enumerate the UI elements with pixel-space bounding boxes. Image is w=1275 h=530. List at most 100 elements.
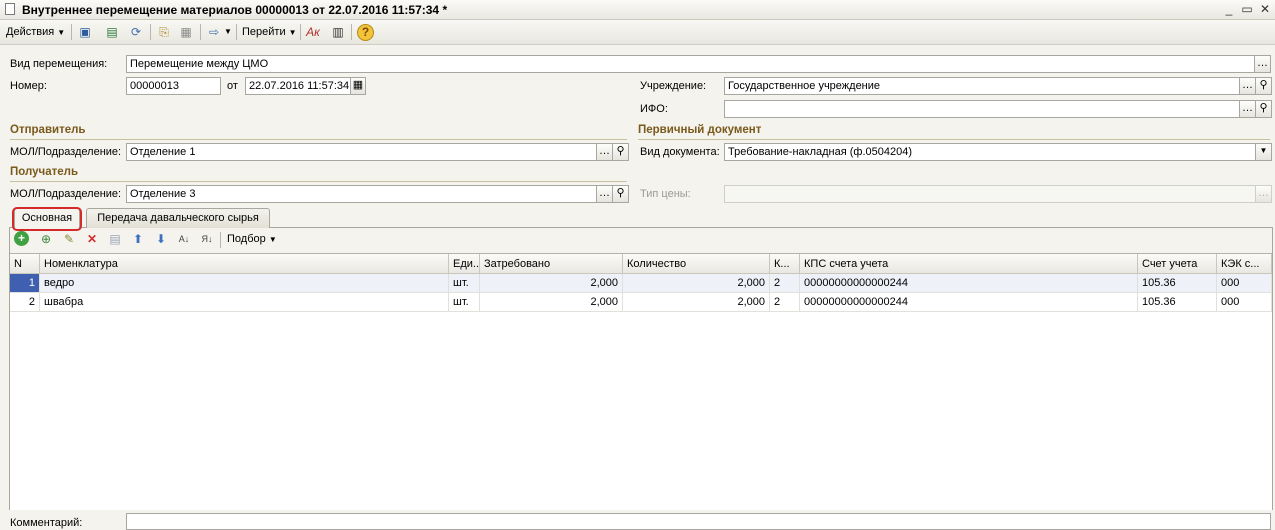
select-button[interactable]: … — [596, 185, 613, 203]
help-icon[interactable]: ? — [357, 24, 374, 41]
comment-label: Комментарий: — [10, 517, 83, 529]
title-bar: Внутреннее перемещение материалов 000000… — [0, 0, 1275, 20]
select-button: … — [1255, 185, 1272, 203]
search-icon[interactable]: ⚲ — [612, 143, 629, 161]
selection-label: Подбор — [227, 233, 266, 245]
date-field[interactable]: 22.07.2016 11:57:34 — [245, 77, 351, 95]
doc-type-select[interactable]: Требование-накладная (ф.0504204) — [724, 143, 1257, 161]
document-icon — [5, 3, 15, 15]
toolbar-divider — [351, 24, 352, 40]
toolbar-divider — [300, 24, 301, 40]
column-header[interactable]: КПС счета учета — [800, 254, 1138, 274]
edit-icon[interactable]: ✎ — [61, 231, 77, 247]
section-divider — [10, 139, 627, 140]
row-number-cell[interactable]: 1 — [10, 274, 40, 292]
column-header[interactable]: К... — [770, 254, 800, 274]
goto-menu[interactable]: Перейти ▼ — [242, 23, 297, 41]
goto-label: Перейти — [242, 26, 286, 38]
delete-icon[interactable]: ✕ — [84, 231, 100, 247]
based-on-icon[interactable]: ⇨ — [206, 24, 222, 40]
account-cell[interactable]: 105.36 — [1138, 293, 1217, 311]
sender-mol-field[interactable]: Отделение 1 — [126, 143, 597, 161]
actions-label: Действия — [6, 26, 55, 38]
movement-type-label: Вид перемещения: — [10, 58, 108, 70]
price-type-field — [724, 185, 1256, 203]
movement-type-field[interactable]: Перемещение между ЦМО — [126, 55, 1255, 73]
receiver-mol-field[interactable]: Отделение 3 — [126, 185, 597, 203]
post-icon[interactable]: ▤ — [104, 24, 120, 40]
requested-cell[interactable]: 2,000 — [480, 274, 623, 292]
column-header[interactable]: Количество — [623, 254, 770, 274]
move-up-icon[interactable]: ⬆ — [130, 231, 146, 247]
item-cell[interactable]: ведро — [40, 274, 449, 292]
toolbar-divider — [236, 24, 237, 40]
column-header[interactable]: Счет учета — [1138, 254, 1217, 274]
select-button[interactable]: … — [1239, 77, 1256, 95]
k-cell[interactable]: 2 — [770, 274, 800, 292]
receiver-section-title: Получатель — [10, 166, 79, 178]
copy-row-icon[interactable]: ⊕ — [38, 231, 54, 247]
select-button[interactable]: … — [596, 143, 613, 161]
ifo-field[interactable] — [724, 100, 1240, 118]
column-header[interactable]: N — [10, 254, 40, 274]
institution-field[interactable]: Государственное учреждение — [724, 77, 1240, 95]
delete-mark-icon[interactable]: ▦ — [178, 24, 194, 40]
kek-cell[interactable]: 000 — [1217, 293, 1272, 311]
move-down-icon[interactable]: ⬇ — [153, 231, 169, 247]
search-icon[interactable]: ⚲ — [612, 185, 629, 203]
doc-type-label: Вид документа: — [640, 146, 720, 158]
refresh-icon[interactable]: ⟳ — [128, 24, 144, 40]
unit-cell[interactable]: шт. — [449, 293, 480, 311]
new-copy-icon[interactable]: ⎘ — [156, 24, 172, 40]
tab-raw-materials[interactable]: Передача давальческого сырья — [86, 208, 270, 228]
table-row[interactable]: 2 швабра шт. 2,000 2,000 2 0000000000000… — [10, 293, 1272, 312]
chevron-down-icon: ▼ — [288, 28, 297, 37]
k-cell[interactable]: 2 — [770, 293, 800, 311]
kps-cell[interactable]: 00000000000000244 — [800, 274, 1138, 292]
selection-menu[interactable]: Подбор ▼ — [227, 230, 277, 248]
calendar-icon[interactable]: ▦ — [350, 77, 366, 95]
select-button[interactable]: … — [1239, 100, 1256, 118]
unit-cell[interactable]: шт. — [449, 274, 480, 292]
kek-cell[interactable]: 000 — [1217, 274, 1272, 292]
sender-mol-label: МОЛ/Подразделение: — [10, 146, 122, 158]
add-row-icon[interactable]: + — [14, 231, 29, 246]
restore-button[interactable]: ▭ — [1239, 2, 1255, 16]
row-number-cell[interactable]: 2 — [10, 293, 40, 311]
minimize-button[interactable]: _ — [1221, 2, 1237, 16]
report-icon[interactable]: ▥ — [330, 24, 346, 40]
column-header[interactable]: КЭК с... — [1217, 254, 1272, 274]
search-icon[interactable]: ⚲ — [1255, 77, 1272, 95]
close-button[interactable]: ✕ — [1257, 2, 1273, 16]
chevron-down-icon[interactable]: ▼ — [1255, 143, 1272, 161]
sort-desc-icon[interactable]: Я↓ — [199, 231, 215, 247]
sender-section-title: Отправитель — [10, 124, 86, 136]
requested-cell[interactable]: 2,000 — [480, 293, 623, 311]
actions-menu[interactable]: Действия ▼ — [6, 23, 65, 41]
quantity-cell[interactable]: 2,000 — [623, 274, 770, 292]
price-type-label: Тип цены: — [640, 188, 691, 200]
comment-field[interactable] — [126, 513, 1271, 530]
window-title: Внутреннее перемещение материалов 000000… — [22, 3, 448, 17]
kps-cell[interactable]: 00000000000000244 — [800, 293, 1138, 311]
quantity-cell[interactable]: 2,000 — [623, 293, 770, 311]
post-and-close-icon[interactable]: ▣ — [77, 24, 93, 40]
end-edit-icon[interactable]: ▤ — [107, 231, 123, 247]
postings-icon[interactable]: Ак — [305, 24, 321, 40]
primary-doc-section-title: Первичный документ — [638, 124, 762, 136]
section-divider — [638, 139, 1270, 140]
select-button[interactable]: … — [1254, 55, 1271, 73]
column-header[interactable]: Номенклатура — [40, 254, 449, 274]
column-header[interactable]: Еди... — [449, 254, 480, 274]
account-cell[interactable]: 105.36 — [1138, 274, 1217, 292]
sort-asc-icon[interactable]: A↓ — [176, 231, 192, 247]
search-icon[interactable]: ⚲ — [1255, 100, 1272, 118]
institution-label: Учреждение: — [640, 80, 707, 92]
column-header[interactable]: Затребовано — [480, 254, 623, 274]
chevron-down-icon: ▼ — [57, 28, 66, 37]
item-cell[interactable]: швабра — [40, 293, 449, 311]
receiver-mol-label: МОЛ/Подразделение: — [10, 188, 122, 200]
chevron-down-icon[interactable]: ▼ — [224, 23, 232, 41]
table-row[interactable]: 1 ведро шт. 2,000 2,000 2 00000000000000… — [10, 274, 1272, 293]
number-field[interactable]: 00000013 — [126, 77, 221, 95]
